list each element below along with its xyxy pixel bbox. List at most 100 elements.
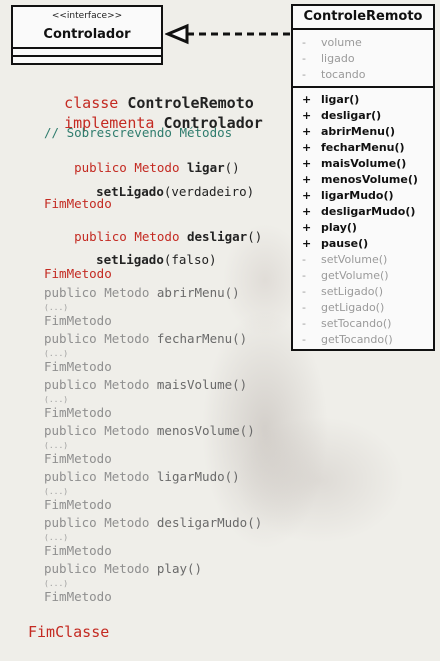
- grey-method-line: publico Metodo abrirMenu(): [44, 285, 240, 300]
- method-name: pause(): [321, 237, 369, 250]
- keyword-publico-metodo: publico Metodo: [44, 377, 150, 392]
- class-method: + maisVolume(): [293, 156, 433, 172]
- ellipsis: (...): [44, 303, 69, 312]
- visibility-marker: -: [302, 333, 306, 346]
- grey-method-line: publico Metodo ligarMudo(): [44, 469, 240, 484]
- visibility-marker: +: [302, 93, 312, 106]
- fim-classe: FimClasse: [28, 623, 110, 641]
- grey-method-name: play(): [156, 561, 203, 576]
- fim-metodo: FimMetodo: [44, 451, 112, 466]
- class-method: - setTocando(): [293, 316, 433, 332]
- keyword-publico-metodo: publico Metodo: [44, 285, 150, 300]
- class-method: - getTocando(): [293, 332, 433, 348]
- interface-divider-2: [13, 55, 161, 57]
- class-method: + abrirMenu(): [293, 124, 433, 140]
- grey-method-line: publico Metodo play(): [44, 561, 202, 576]
- visibility-marker: -: [302, 317, 306, 330]
- visibility-marker: +: [302, 109, 312, 122]
- method-name: setVolume(): [321, 253, 388, 266]
- method-name: getLigado(): [321, 301, 385, 314]
- arg-verdadeiro: (verdadeiro): [163, 184, 255, 199]
- visibility-marker: -: [302, 301, 306, 314]
- method-name: maisVolume(): [321, 157, 407, 170]
- class-attributes: - volume - ligado - tocando: [293, 30, 433, 88]
- class-methods: + ligar() + desligar() + abrirMenu() + fecharMe…: [293, 88, 433, 348]
- method-name: fecharMenu(): [321, 141, 405, 154]
- parens: (): [247, 229, 263, 244]
- visibility-marker: -: [302, 52, 306, 65]
- fim-metodo: FimMetodo: [44, 359, 112, 374]
- ellipsis: (...): [44, 579, 69, 588]
- visibility-marker: +: [302, 157, 312, 170]
- class-attribute: - tocando: [293, 67, 433, 83]
- method-name: ligarMudo(): [321, 189, 394, 202]
- visibility-marker: -: [302, 253, 306, 266]
- grey-method-name: maisVolume(): [156, 377, 248, 392]
- method-name: play(): [321, 221, 357, 234]
- fim-metodo: FimMetodo: [44, 543, 112, 558]
- fim-metodo: FimMetodo: [44, 589, 112, 604]
- ellipsis: (...): [44, 533, 69, 542]
- class-method: + ligar(): [293, 92, 433, 108]
- visibility-marker: -: [302, 68, 306, 81]
- visibility-marker: +: [302, 205, 312, 218]
- keyword-publico-metodo: publico Metodo: [44, 469, 150, 484]
- attribute-name: volume: [321, 36, 362, 49]
- interface-divider-1: [13, 47, 161, 49]
- class-method: - setVolume(): [293, 252, 433, 268]
- class-method: - getVolume(): [293, 268, 433, 284]
- method-name: setTocando(): [321, 317, 392, 330]
- grey-method-name: desligarMudo(): [156, 515, 263, 530]
- keyword-publico-metodo: publico Metodo: [44, 331, 150, 346]
- visibility-marker: -: [302, 285, 306, 298]
- keyword-publico-metodo: publico Metodo: [44, 515, 150, 530]
- visibility-marker: +: [302, 221, 312, 234]
- class-method: + desligar(): [293, 108, 433, 124]
- arg-falso: (falso): [163, 252, 217, 267]
- grey-method-name: abrirMenu(): [156, 285, 240, 300]
- class-attribute: - ligado: [293, 51, 433, 67]
- fim-metodo: FimMetodo: [44, 497, 112, 512]
- class-method: + fecharMenu(): [293, 140, 433, 156]
- grey-method-name: fecharMenu(): [156, 331, 248, 346]
- call-setligado: setLigado: [96, 252, 164, 267]
- class-method: + pause(): [293, 236, 433, 252]
- grey-method-line: publico Metodo fecharMenu(): [44, 331, 247, 346]
- grey-method-name: ligarMudo(): [156, 469, 240, 484]
- class-method: + play(): [293, 220, 433, 236]
- method-name: menosVolume(): [321, 173, 418, 186]
- code-comment: // Sobrescrevendo Métodos: [44, 125, 233, 140]
- method-name: getTocando(): [321, 333, 393, 346]
- method-name: ligar(): [321, 93, 360, 106]
- code-line-implementa: implementa Controlador: [28, 96, 263, 150]
- interface-box: <<interface>> Controlador: [11, 5, 163, 65]
- grey-method-line: publico Metodo menosVolume(): [44, 423, 255, 438]
- method-name: setLigado(): [321, 285, 384, 298]
- visibility-marker: +: [302, 173, 312, 186]
- class-attribute: - volume: [293, 35, 433, 51]
- visibility-marker: +: [302, 125, 312, 138]
- interface-name: Controlador: [43, 27, 131, 42]
- visibility-marker: +: [302, 141, 312, 154]
- visibility-marker: +: [302, 237, 312, 250]
- ellipsis: (...): [44, 349, 69, 358]
- visibility-marker: +: [302, 189, 312, 202]
- class-box: ControleRemoto - volume - ligado - tocando + l…: [291, 4, 435, 351]
- class-method: + ligarMudo(): [293, 188, 433, 204]
- ellipsis: (...): [44, 441, 69, 450]
- interface-stereotype: <<interface>>: [51, 11, 123, 21]
- keyword-publico-metodo: publico Metodo: [44, 561, 150, 576]
- class-method: + menosVolume(): [293, 172, 433, 188]
- fim-metodo: FimMetodo: [44, 405, 112, 420]
- visibility-marker: -: [302, 269, 306, 282]
- grey-method-line: publico Metodo maisVolume(): [44, 377, 247, 392]
- ellipsis: (...): [44, 487, 69, 496]
- class-method: + desligarMudo(): [293, 204, 433, 220]
- ellipsis: (...): [44, 395, 69, 404]
- keyword-publico-metodo: publico Metodo: [44, 423, 150, 438]
- method-name: abrirMenu(): [321, 125, 396, 138]
- method-name: desligarMudo(): [321, 205, 416, 218]
- realization-arrow: [165, 23, 291, 45]
- class-method: - getLigado(): [293, 300, 433, 316]
- fim-metodo: FimMetodo: [44, 313, 112, 328]
